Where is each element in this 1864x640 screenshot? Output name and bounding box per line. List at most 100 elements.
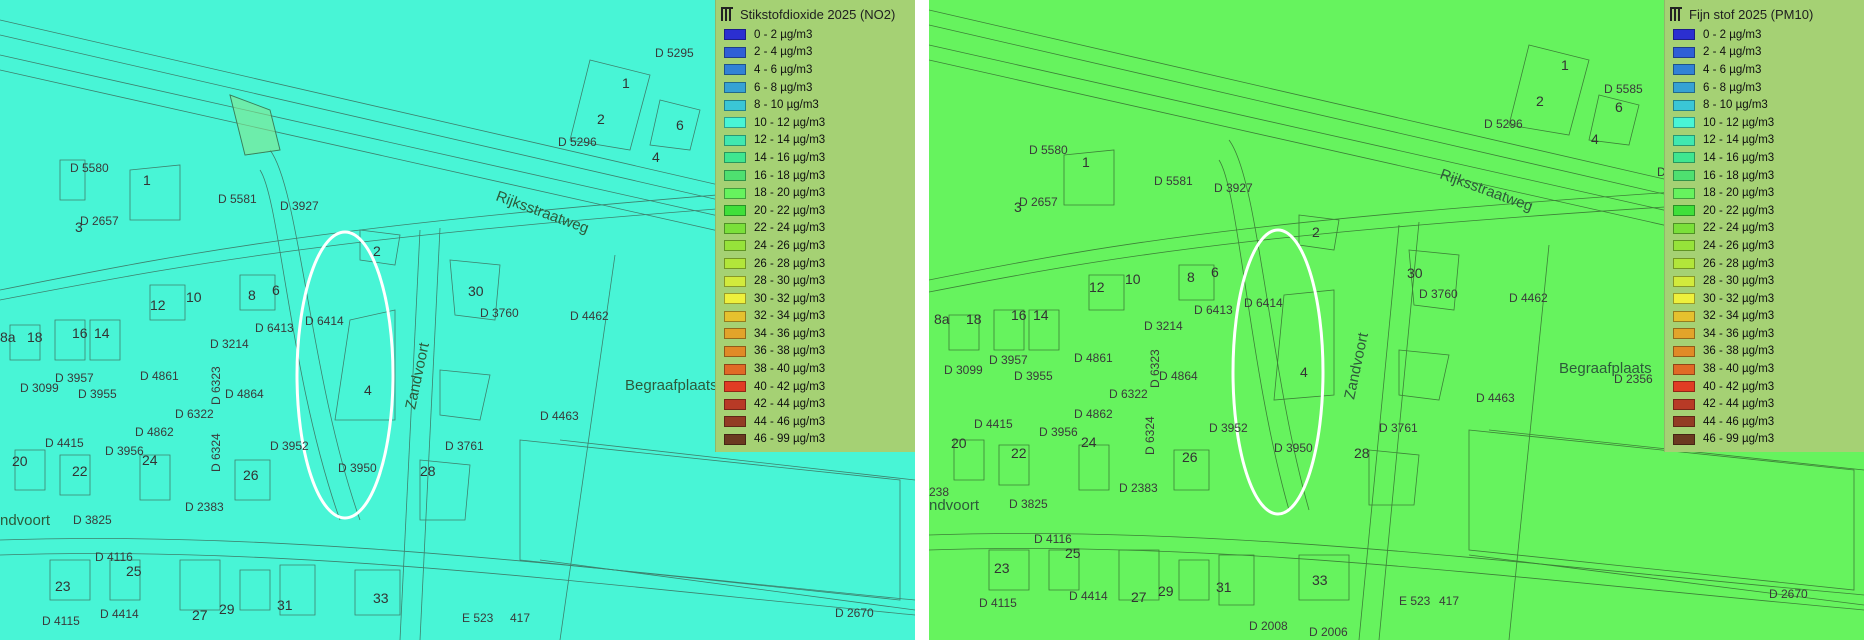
parcel-label: D 2657 bbox=[1019, 195, 1058, 209]
legend-label: 44 - 46 µg/m3 bbox=[1703, 415, 1775, 428]
parcel-label: D 2383 bbox=[1119, 481, 1158, 495]
legend-swatch bbox=[724, 205, 746, 217]
house-number: 20 bbox=[12, 453, 28, 469]
parcel-label: D 4864 bbox=[225, 387, 264, 401]
legend-item: 42 - 44 µg/m3 bbox=[1669, 395, 1860, 413]
legend-item: 36 - 38 µg/m3 bbox=[720, 343, 911, 361]
house-number: 1 bbox=[1561, 57, 1569, 73]
parcel-label: D 4116 bbox=[95, 550, 133, 564]
legend-item: 32 - 34 µg/m3 bbox=[720, 308, 911, 326]
legend-label: 18 - 20 µg/m3 bbox=[1703, 187, 1775, 200]
house-number: 2 bbox=[373, 243, 381, 259]
house-number: 23 bbox=[55, 578, 71, 594]
legend-label: 4 - 6 µg/m3 bbox=[754, 63, 813, 76]
parcel-label: D 4116 bbox=[1034, 532, 1072, 546]
legend-label: 38 - 40 µg/m3 bbox=[1703, 363, 1775, 376]
legend-item: 4 - 6 µg/m3 bbox=[1669, 61, 1860, 79]
house-number: 10 bbox=[186, 289, 202, 305]
legend-swatch bbox=[724, 170, 746, 182]
legend-item: 30 - 32 µg/m3 bbox=[720, 290, 911, 308]
legend-label: 12 - 14 µg/m3 bbox=[1703, 134, 1775, 147]
parcel-label: D 4861 bbox=[140, 369, 179, 383]
legend-item: 6 - 8 µg/m3 bbox=[720, 79, 911, 97]
parcel-label: D 6322 bbox=[175, 407, 214, 421]
house-number: 3 bbox=[75, 219, 83, 235]
legend-swatch bbox=[724, 363, 746, 375]
legend-item: 12 - 14 µg/m3 bbox=[720, 132, 911, 150]
parcel-label: D 3214 bbox=[1144, 319, 1183, 333]
legend-swatch bbox=[1673, 46, 1695, 58]
map-panel-pm10[interactable]: Rijksstraatweg Zandvoort Begraafplaats n… bbox=[929, 0, 1864, 640]
layer-icon bbox=[721, 7, 733, 21]
parcel-label: D 3760 bbox=[480, 306, 519, 320]
parcel-label: D 2008 bbox=[1249, 619, 1288, 633]
parcel-label: E 523 bbox=[1399, 594, 1431, 608]
house-number: 24 bbox=[142, 452, 158, 468]
parcel-label: D 4463 bbox=[540, 409, 579, 423]
legend-item: 44 - 46 µg/m3 bbox=[720, 413, 911, 431]
legend-label: 0 - 2 µg/m3 bbox=[754, 28, 813, 41]
house-number: 1 bbox=[1082, 154, 1090, 170]
parcel-label: D 4115 bbox=[979, 596, 1017, 610]
map-panel-no2[interactable]: Rijksstraatweg Zandvoort Begraafplaats n… bbox=[0, 0, 915, 640]
parcel-label: D 3952 bbox=[1209, 421, 1248, 435]
legend-item: 6 - 8 µg/m3 bbox=[1669, 79, 1860, 97]
legend-item: 12 - 14 µg/m3 bbox=[1669, 132, 1860, 150]
house-number: 6 bbox=[1615, 99, 1623, 115]
legend-swatch bbox=[1673, 134, 1695, 146]
legend-item: 0 - 2 µg/m3 bbox=[720, 26, 911, 44]
legend-swatch bbox=[724, 381, 746, 393]
legend-swatch bbox=[1673, 416, 1695, 428]
parcel-label: D 6323 bbox=[1148, 349, 1162, 388]
parcel-label: D 5580 bbox=[1029, 143, 1068, 157]
parcel-label: D 6324 bbox=[209, 433, 223, 472]
parcel-label: D 6413 bbox=[1194, 303, 1233, 317]
parcel-label: D 3099 bbox=[944, 363, 983, 377]
legend-swatch bbox=[1673, 64, 1695, 76]
house-number: 23 bbox=[994, 560, 1010, 576]
legend-label: 42 - 44 µg/m3 bbox=[1703, 398, 1775, 411]
house-number: 27 bbox=[1131, 589, 1147, 605]
parcel-label: D 3950 bbox=[338, 461, 377, 475]
legend-swatch bbox=[1673, 310, 1695, 322]
house-number: 25 bbox=[126, 563, 142, 579]
legend-label: 22 - 24 µg/m3 bbox=[1703, 222, 1775, 235]
legend-swatch bbox=[724, 152, 746, 164]
parcel-label: D 2383 bbox=[185, 500, 224, 514]
legend-label: 2 - 4 µg/m3 bbox=[754, 46, 813, 59]
legend-title: Stikstofdioxide 2025 (NO2) bbox=[720, 2, 911, 26]
legend-swatch bbox=[724, 64, 746, 76]
legend-label: 30 - 32 µg/m3 bbox=[754, 292, 826, 305]
legend-item: 32 - 34 µg/m3 bbox=[1669, 308, 1860, 326]
legend-swatch bbox=[1673, 258, 1695, 270]
legend-label: 20 - 22 µg/m3 bbox=[754, 204, 826, 217]
legend-swatch bbox=[724, 82, 746, 94]
parcel-label: D 6323 bbox=[209, 366, 223, 405]
legend-item: 4 - 6 µg/m3 bbox=[720, 61, 911, 79]
legend-item: 26 - 28 µg/m3 bbox=[1669, 255, 1860, 273]
house-number: 1 bbox=[622, 75, 630, 91]
parcel-label: D 6414 bbox=[1244, 296, 1283, 310]
legend-item: 28 - 30 µg/m3 bbox=[720, 272, 911, 290]
street-label-begraafplaats: Begraafplaats bbox=[625, 377, 718, 394]
house-number: 6 bbox=[272, 282, 280, 298]
parcel-label: D 4415 bbox=[974, 417, 1013, 431]
legend-label: 6 - 8 µg/m3 bbox=[1703, 81, 1762, 94]
street-label-zandvoort-edge: ndvoort bbox=[929, 497, 980, 514]
house-number: 16 bbox=[1011, 307, 1027, 323]
parcel-label: D 4414 bbox=[100, 607, 139, 621]
legend-label: 30 - 32 µg/m3 bbox=[1703, 292, 1775, 305]
house-number: 27 bbox=[192, 607, 208, 623]
legend-swatch bbox=[1673, 117, 1695, 129]
parcel-label: D 4861 bbox=[1074, 351, 1113, 365]
parcel-label: D 4462 bbox=[570, 309, 609, 323]
parcel-label: D 4115 bbox=[42, 614, 80, 628]
legend-pm10: Fijn stof 2025 (PM10) 0 - 2 µg/m3 2 - 4 µ… bbox=[1664, 0, 1864, 452]
legend-label: 8 - 10 µg/m3 bbox=[754, 99, 819, 112]
house-number: 8a bbox=[0, 329, 16, 345]
legend-title-text: Stikstofdioxide 2025 (NO2) bbox=[740, 6, 896, 22]
legend-label: 0 - 2 µg/m3 bbox=[1703, 28, 1762, 41]
legend-swatch bbox=[1673, 240, 1695, 252]
house-number: 30 bbox=[468, 283, 484, 299]
legend-item: 14 - 16 µg/m3 bbox=[1669, 149, 1860, 167]
